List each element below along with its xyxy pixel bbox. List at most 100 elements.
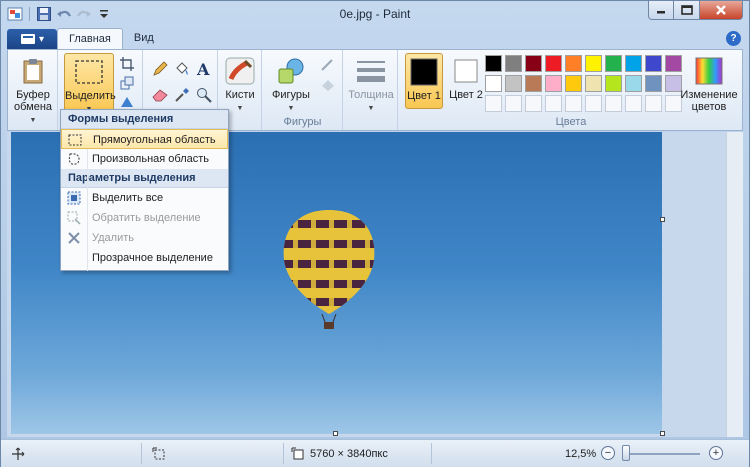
- palette-swatch[interactable]: [545, 75, 562, 92]
- color2-button[interactable]: Цвет 2: [447, 53, 485, 109]
- cursor-position-icon: [12, 447, 25, 460]
- window-controls: [648, 1, 743, 20]
- palette-swatch[interactable]: [485, 55, 502, 72]
- menu-item-delete[interactable]: Удалить: [61, 228, 228, 248]
- custom-color-slot[interactable]: [525, 95, 542, 112]
- chevron-down-icon: ▼: [367, 105, 375, 112]
- menu-item-freeform-selection[interactable]: Произвольная область: [61, 149, 228, 169]
- palette-swatch[interactable]: [605, 55, 622, 72]
- chevron-down-icon: ▼: [287, 105, 295, 112]
- minimize-button[interactable]: [648, 1, 674, 20]
- resize-handle-corner[interactable]: [660, 431, 665, 436]
- menu-item-label: Произвольная область: [92, 153, 210, 165]
- tab-view[interactable]: Вид: [123, 28, 165, 49]
- palette-swatch[interactable]: [645, 55, 662, 72]
- palette-swatch[interactable]: [485, 75, 502, 92]
- menu-item-label: Удалить: [92, 232, 134, 244]
- rect-select-icon: [73, 57, 105, 87]
- tab-home[interactable]: Главная: [57, 28, 123, 49]
- eraser-icon[interactable]: [151, 86, 169, 104]
- resize-handle-right[interactable]: [660, 217, 665, 222]
- zoom-slider-track[interactable]: [626, 453, 700, 455]
- menu-icon: [20, 34, 35, 44]
- palette-swatch[interactable]: [505, 75, 522, 92]
- select-all-icon: [66, 190, 82, 206]
- delete-icon: [66, 230, 82, 246]
- custom-color-slot[interactable]: [605, 95, 622, 112]
- custom-color-slot[interactable]: [505, 95, 522, 112]
- color1-button[interactable]: Цвет 1: [405, 53, 443, 109]
- palette-swatch[interactable]: [525, 75, 542, 92]
- close-button[interactable]: [700, 1, 743, 20]
- size-button[interactable]: Толщина ▼: [348, 53, 394, 113]
- fill-shape-icon[interactable]: [319, 76, 337, 94]
- clipboard-button[interactable]: Буфер обмена ▼: [10, 53, 56, 124]
- zoom-out-button[interactable]: −: [601, 446, 615, 460]
- text-icon[interactable]: A: [195, 60, 213, 78]
- application-menu-button[interactable]: ▾: [7, 29, 57, 49]
- resize-handle-bottom[interactable]: [333, 431, 338, 436]
- palette-swatch[interactable]: [565, 55, 582, 72]
- select-dropdown-menu: Формы выделения Прямоугольная область Пр…: [60, 109, 229, 271]
- shapes-button[interactable]: Фигуры ▼: [269, 53, 313, 113]
- zoom-in-button[interactable]: +: [709, 446, 723, 460]
- menu-item-label: Обратить выделение: [92, 212, 201, 224]
- selection-size-icon: [152, 447, 165, 459]
- selection-size-cell: [152, 440, 166, 467]
- menu-item-rectangular-selection[interactable]: Прямоугольная область: [61, 129, 228, 149]
- color1-swatch: [408, 57, 440, 87]
- palette-swatch[interactable]: [505, 55, 522, 72]
- fill-icon[interactable]: [173, 60, 191, 78]
- custom-color-slot[interactable]: [485, 95, 502, 112]
- palette-swatch[interactable]: [585, 75, 602, 92]
- status-separator: [283, 443, 284, 464]
- palette-swatch[interactable]: [525, 55, 542, 72]
- colors-group: Цвет 1 Цвет 2 Изменение цветов Цвета: [399, 50, 743, 130]
- pencil-icon[interactable]: [151, 60, 169, 78]
- chevron-down-icon: ▼: [236, 105, 244, 112]
- status-bar: 5760 × 3840пкс 12,5% − +: [1, 439, 749, 467]
- selection-shapes-header: Формы выделения: [61, 110, 228, 129]
- palette-swatch[interactable]: [625, 55, 642, 72]
- brush-icon: [224, 56, 256, 86]
- palette-swatch[interactable]: [585, 55, 602, 72]
- zoom-level-text: 12,5%: [565, 447, 597, 460]
- svg-text:A: A: [196, 61, 210, 77]
- menu-item-transparent-selection[interactable]: Прозрачное выделение: [61, 248, 228, 268]
- color1-label: Цвет 1: [407, 90, 441, 102]
- custom-color-slot[interactable]: [645, 95, 662, 112]
- menu-item-select-all[interactable]: Выделить все: [61, 188, 228, 208]
- zoom-slider-thumb[interactable]: [622, 445, 631, 461]
- palette-swatch[interactable]: [545, 55, 562, 72]
- help-icon[interactable]: ?: [726, 31, 741, 46]
- custom-color-slot[interactable]: [565, 95, 582, 112]
- custom-color-slot[interactable]: [625, 95, 642, 112]
- image-size-cell: 5760 × 3840пкс: [291, 440, 388, 467]
- status-separator: [141, 443, 142, 464]
- custom-color-slot[interactable]: [585, 95, 602, 112]
- magnifier-icon[interactable]: [195, 86, 213, 104]
- outline-icon[interactable]: [319, 56, 337, 74]
- palette-swatch[interactable]: [625, 75, 642, 92]
- image-size-text: 5760 × 3840пкс: [310, 447, 388, 460]
- crop-icon[interactable]: [118, 55, 136, 73]
- vertical-scrollbar[interactable]: [726, 132, 743, 437]
- palette-swatch[interactable]: [605, 75, 622, 92]
- palette-swatch[interactable]: [645, 75, 662, 92]
- resize-icon[interactable]: [118, 74, 136, 92]
- window-title: 0e.jpg - Paint: [339, 7, 411, 21]
- custom-color-slot[interactable]: [545, 95, 562, 112]
- rect-select-icon: [67, 132, 83, 148]
- shapes-icon: [275, 56, 307, 86]
- maximize-button[interactable]: [674, 1, 700, 20]
- zoom-level-cell: 12,5%: [565, 440, 596, 467]
- brushes-button[interactable]: Кисти ▼: [219, 53, 261, 113]
- edit-colors-button[interactable]: Изменение цветов: [679, 53, 739, 113]
- palette-swatch[interactable]: [565, 75, 582, 92]
- shapes-label: Фигуры: [272, 89, 310, 101]
- clipboard-icon: [17, 56, 49, 86]
- select-button[interactable]: Выделить ▼: [64, 53, 116, 113]
- line-width-icon: [355, 56, 387, 86]
- color-picker-icon[interactable]: [173, 86, 191, 104]
- menu-item-invert-selection[interactable]: Обратить выделение: [61, 208, 228, 228]
